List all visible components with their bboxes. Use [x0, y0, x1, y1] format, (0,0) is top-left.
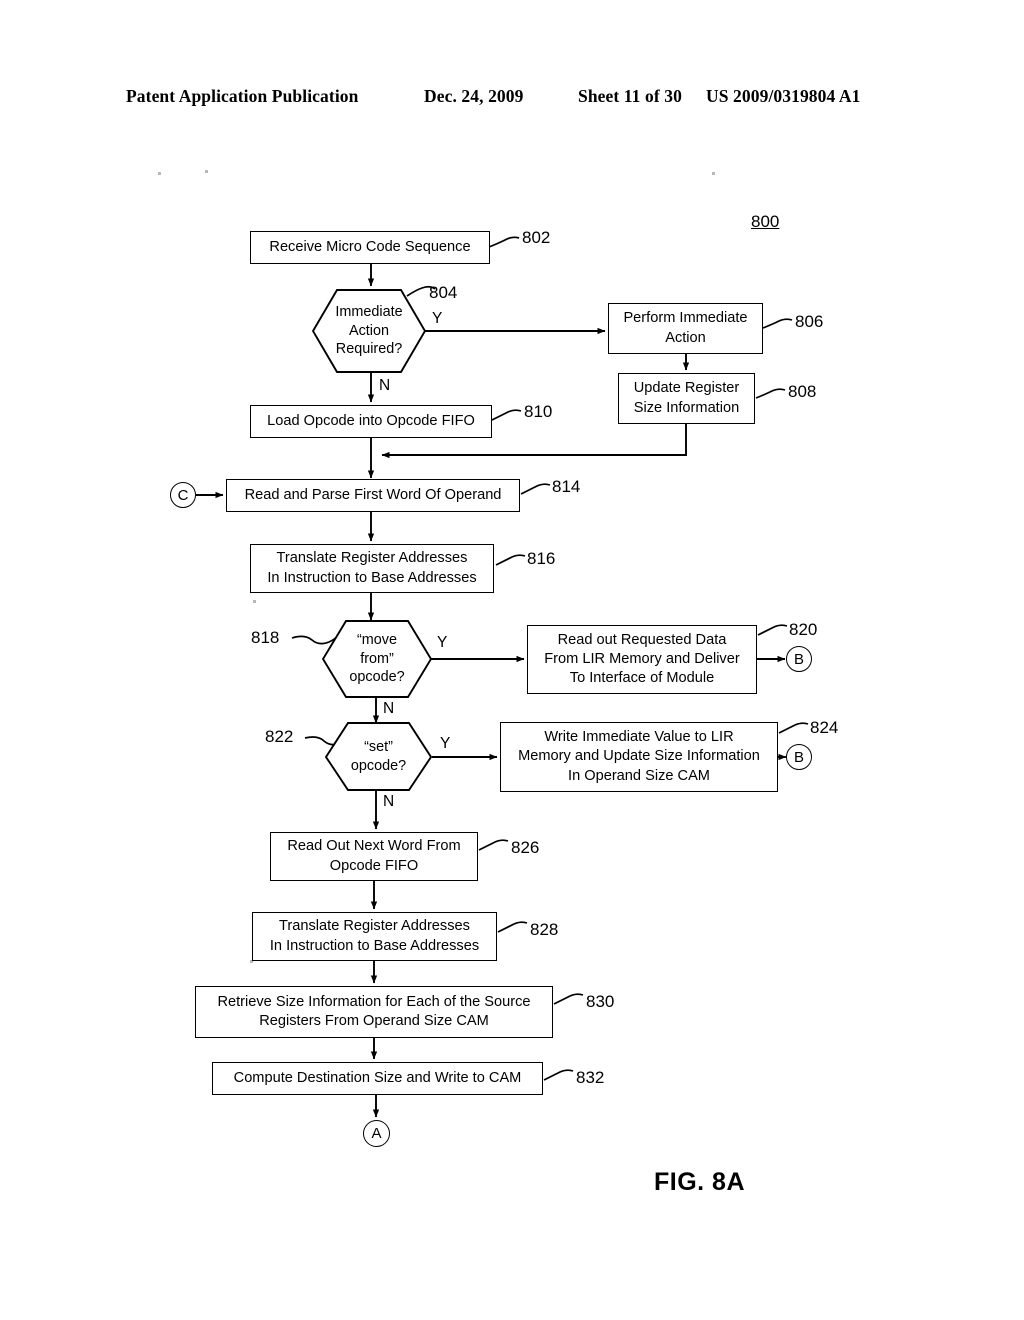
node-update-register-size-information[interactable]: Update Register Size Information	[618, 373, 755, 424]
node-label: Read and Parse First Word Of Operand	[244, 486, 502, 503]
node-label: Perform Immediate Action	[623, 310, 748, 346]
ref-824: 824	[810, 718, 839, 737]
ref-822: 822	[265, 727, 294, 746]
decision-set-opcode[interactable]: “set” opcode?	[325, 722, 432, 791]
connector-label: B	[793, 650, 804, 668]
node-label: Compute Destination Size and Write to CA…	[233, 1069, 522, 1086]
patent-drawing-page: Patent Application Publication Dec. 24, …	[0, 0, 1024, 1320]
ref-814: 814	[552, 477, 581, 496]
node-retrieve-size-information[interactable]: Retrieve Size Information for Each of th…	[195, 986, 553, 1038]
decision-move-from-opcode[interactable]: “move from” opcode?	[322, 620, 432, 698]
node-label: Translate Register Addresses In Instruct…	[269, 918, 480, 954]
node-perform-immediate-action[interactable]: Perform Immediate Action	[608, 303, 763, 354]
ref-830: 830	[586, 992, 615, 1011]
figure-caption: FIG. 8A	[654, 1168, 746, 1196]
ref-806: 806	[795, 312, 824, 331]
connector-label: A	[371, 1125, 382, 1142]
node-compute-destination-size[interactable]: Compute Destination Size and Write to CA…	[212, 1062, 543, 1095]
ref-816: 816	[527, 549, 556, 568]
node-label: Update Register Size Information	[633, 380, 740, 416]
ref-826: 826	[511, 838, 540, 857]
ref-802: 802	[522, 228, 551, 247]
ref-818: 818	[251, 628, 280, 647]
node-translate-register-addresses-816[interactable]: Translate Register Addresses In Instruct…	[250, 544, 494, 593]
node-label: Read out Requested Data From LIR Memory …	[544, 631, 740, 687]
ref-810: 810	[524, 402, 553, 421]
connector-b-from-824[interactable]: B	[786, 744, 812, 770]
node-translate-register-addresses-828[interactable]: Translate Register Addresses In Instruct…	[252, 912, 497, 961]
branch-label-804-yes: Y	[432, 310, 443, 327]
connector-a-exit[interactable]: A	[363, 1120, 390, 1147]
node-read-and-parse-first-word-of-operand[interactable]: Read and Parse First Word Of Operand	[226, 479, 520, 512]
node-label: Write Immediate Value to LIR Memory and …	[518, 729, 760, 784]
branch-label-804-no: N	[379, 377, 391, 394]
node-label: Translate Register Addresses In Instruct…	[267, 550, 477, 586]
node-read-out-next-word-from-opcode-fifo[interactable]: Read Out Next Word From Opcode FIFO	[270, 832, 478, 881]
node-read-out-requested-data[interactable]: Read out Requested Data From LIR Memory …	[527, 625, 757, 694]
connector-label: B	[793, 748, 804, 766]
ref-832: 832	[576, 1068, 605, 1087]
ref-808: 808	[788, 382, 817, 401]
connector-label: C	[177, 486, 189, 504]
decision-immediate-action-required[interactable]: Immediate Action Required?	[312, 289, 426, 373]
ref-820: 820	[789, 620, 818, 639]
ref-804: 804	[429, 283, 458, 302]
branch-label-822-no: N	[383, 793, 395, 810]
node-label: Retrieve Size Information for Each of th…	[217, 993, 531, 1029]
branch-label-822-yes: Y	[440, 735, 451, 752]
connector-c-entry[interactable]: C	[170, 482, 196, 508]
branch-label-818-yes: Y	[437, 634, 448, 651]
node-label: Load Opcode into Opcode FIFO	[267, 412, 475, 429]
node-write-immediate-value-to-lir[interactable]: Write Immediate Value to LIR Memory and …	[500, 722, 778, 792]
node-label: Read Out Next Word From Opcode FIFO	[287, 838, 461, 874]
flowchart-connectors	[196, 236, 809, 1118]
connector-b-from-820[interactable]: B	[786, 646, 812, 672]
branch-label-818-no: N	[383, 700, 395, 717]
node-label: Receive Micro Code Sequence	[269, 238, 471, 255]
node-load-opcode-into-opcode-fifo[interactable]: Load Opcode into Opcode FIFO	[250, 405, 492, 438]
ref-828: 828	[530, 920, 559, 939]
node-receive-micro-code-sequence[interactable]: Receive Micro Code Sequence	[250, 231, 490, 264]
